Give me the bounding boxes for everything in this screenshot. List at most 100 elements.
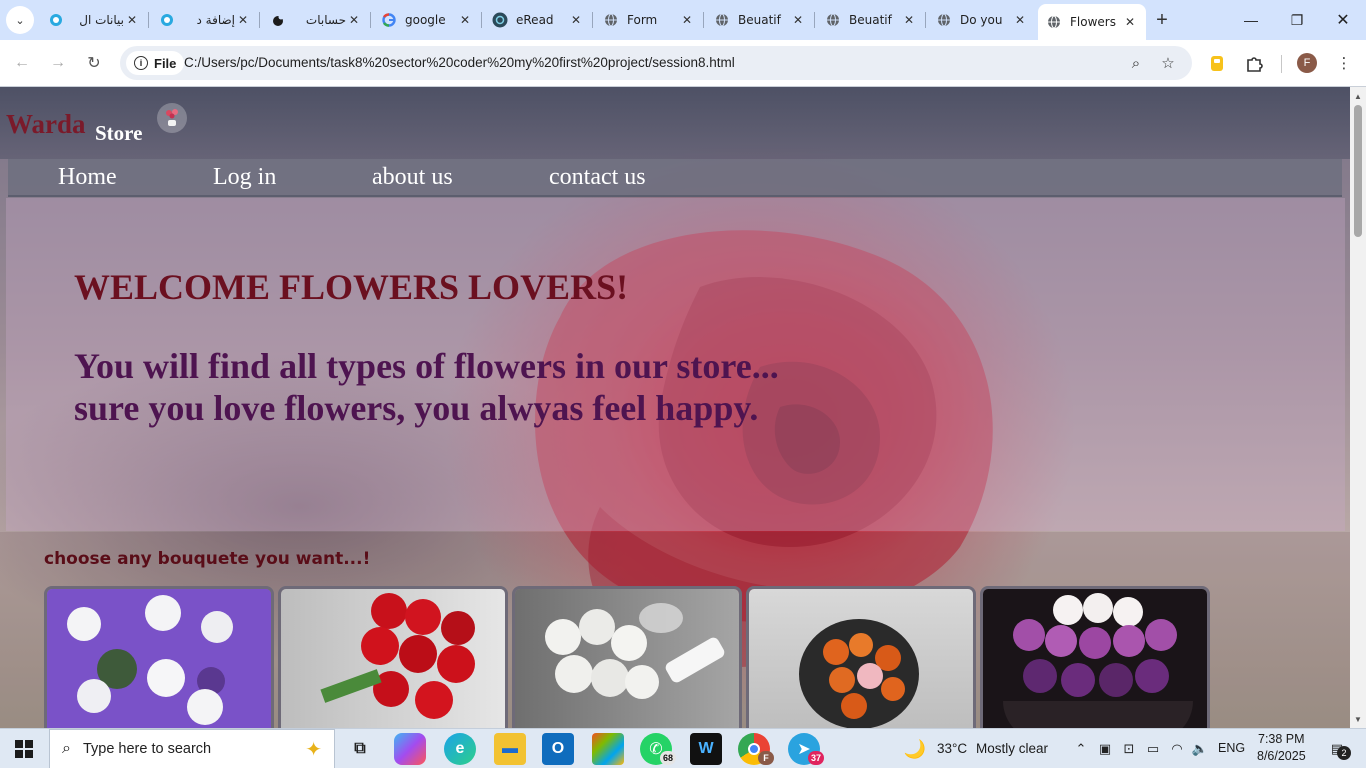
outlook-icon: O xyxy=(551,740,565,757)
close-icon[interactable]: ✕ xyxy=(457,12,473,28)
notification-center-button[interactable]: ▤ 2 xyxy=(1323,740,1351,760)
chrome-app[interactable]: F xyxy=(738,733,774,765)
wifi-icon[interactable]: ◠ xyxy=(1168,740,1186,758)
bouquet-card-red-roses[interactable] xyxy=(278,586,508,728)
orange-rose-bouquet-image xyxy=(749,589,973,728)
plus-icon: + xyxy=(1156,8,1168,31)
url-text[interactable]: C:/Users/pc/Documents/task8%20sector%20c… xyxy=(184,55,735,70)
bouquet-card-purple-box[interactable] xyxy=(980,586,1210,728)
site-header: Warda Store xyxy=(0,87,1350,159)
bouquet-card-orange-roses[interactable] xyxy=(746,586,976,728)
profile-avatar[interactable]: F xyxy=(1297,53,1317,73)
close-icon[interactable]: ✕ xyxy=(1122,14,1138,30)
nav-login[interactable]: Log in xyxy=(213,164,276,191)
taskbar-search[interactable]: ⌕ Type here to search ✦ xyxy=(49,729,335,768)
logo-store[interactable]: Store xyxy=(95,121,142,146)
task-view-button[interactable]: ⧉ xyxy=(344,733,376,765)
tab-title: Form xyxy=(627,13,658,27)
device-icon[interactable]: ▣ xyxy=(1096,740,1114,758)
tab-divider xyxy=(703,12,704,28)
weather-moon-icon[interactable]: 🌙 xyxy=(904,739,926,759)
tab-5[interactable]: Form ✕ xyxy=(595,4,703,36)
close-window-button[interactable]: ✕ xyxy=(1320,0,1366,40)
scroll-down-icon[interactable]: ▼ xyxy=(1350,712,1366,726)
nav-contact-us[interactable]: contact us xyxy=(549,164,646,191)
whatsapp-badge: 68 xyxy=(660,751,676,765)
tab-title: Beuatif xyxy=(849,13,892,27)
file-explorer-app[interactable]: ▬ xyxy=(494,733,526,765)
tab-divider xyxy=(481,12,482,28)
globe-icon xyxy=(714,12,730,28)
tab-6[interactable]: Beuatif ✕ xyxy=(706,4,814,36)
speaker-icon[interactable]: 🔈 xyxy=(1191,740,1209,758)
copilot-app[interactable] xyxy=(394,733,426,765)
battery-icon[interactable]: ▭ xyxy=(1144,740,1162,758)
tab-8[interactable]: Do you ✕ xyxy=(928,4,1036,36)
scroll-up-icon[interactable]: ▲ xyxy=(1350,89,1366,103)
close-icon[interactable]: ✕ xyxy=(346,12,362,28)
nav-home[interactable]: Home xyxy=(58,164,117,191)
tab-divider xyxy=(592,12,593,28)
tab-9-active[interactable]: Flowers ✕ xyxy=(1038,4,1146,40)
minimize-button[interactable]: — xyxy=(1228,0,1274,40)
whatsapp-app[interactable]: ✆ 68 xyxy=(640,733,676,765)
weather-temp[interactable]: 33°C xyxy=(937,741,967,756)
edge-app[interactable]: e xyxy=(444,733,476,765)
bouquet-card-white-roses[interactable] xyxy=(512,586,742,728)
close-icon[interactable]: ✕ xyxy=(901,12,917,28)
bouquet-card-white-purple[interactable] xyxy=(44,586,274,728)
address-bar[interactable]: i File C:/Users/pc/Documents/task8%20sec… xyxy=(120,46,1192,80)
toolbar-divider xyxy=(1281,55,1282,73)
bookmark-star-icon[interactable]: ☆ xyxy=(1158,53,1178,73)
moon-favicon-icon xyxy=(270,12,286,28)
zoom-icon[interactable]: ⌕ xyxy=(1126,53,1146,73)
tab-3[interactable]: google ✕ xyxy=(373,4,481,36)
tab-divider xyxy=(814,12,815,28)
tab-7[interactable]: Beuatif ✕ xyxy=(817,4,925,36)
back-button[interactable]: ← xyxy=(8,49,36,77)
outlook-app[interactable]: O xyxy=(542,733,574,765)
close-icon[interactable]: ✕ xyxy=(679,12,695,28)
nav-about-us[interactable]: about us xyxy=(372,164,453,191)
circle-favicon-icon xyxy=(48,12,64,28)
clock-time[interactable]: 7:38 PM xyxy=(1258,732,1305,746)
wave-icon: W xyxy=(698,740,714,757)
tray-app-icon[interactable]: ⊡ xyxy=(1120,740,1138,758)
close-icon[interactable]: ✕ xyxy=(124,12,140,28)
site-info-chip[interactable]: i File xyxy=(126,51,185,75)
tab-4[interactable]: eRead ✕ xyxy=(484,4,592,36)
tab-search-button[interactable]: ⌄ xyxy=(6,6,34,34)
weather-desc[interactable]: Mostly clear xyxy=(976,741,1048,756)
extensions-puzzle-icon[interactable] xyxy=(1243,52,1265,74)
tab-0[interactable]: بيانات ال ✕ xyxy=(40,4,148,36)
telegram-app[interactable]: ➤ 37 xyxy=(788,733,824,765)
clock-date[interactable]: 8/6/2025 xyxy=(1257,749,1306,763)
hero-line-1: You will find all types of flowers in ou… xyxy=(74,346,779,386)
circle-favicon-icon xyxy=(159,12,175,28)
close-icon[interactable]: ✕ xyxy=(1012,12,1028,28)
close-icon[interactable]: ✕ xyxy=(235,12,251,28)
start-button[interactable] xyxy=(0,729,48,768)
language-indicator[interactable]: ENG xyxy=(1218,741,1245,755)
globe-icon xyxy=(603,12,619,28)
store-app[interactable] xyxy=(592,733,624,765)
page-viewport: Warda Store Home Log in about us contact… xyxy=(0,87,1350,728)
new-tab-button[interactable]: + xyxy=(1150,8,1174,32)
purple-rose-box-image xyxy=(983,589,1207,728)
reload-button[interactable]: ↻ xyxy=(80,49,108,77)
close-icon[interactable]: ✕ xyxy=(568,12,584,28)
forward-button[interactable]: → xyxy=(44,49,72,77)
wave-app[interactable]: W xyxy=(690,733,722,765)
kebab-menu-icon[interactable]: ⋮ xyxy=(1333,52,1355,74)
extension-yellow-icon[interactable] xyxy=(1206,52,1228,74)
restore-button[interactable]: ❐ xyxy=(1274,0,1320,40)
close-icon[interactable]: ✕ xyxy=(790,12,806,28)
page-scrollbar[interactable]: ▲ ▼ xyxy=(1350,87,1366,728)
browser-toolbar: ← → ↻ i File C:/Users/pc/Documents/task8… xyxy=(0,40,1366,87)
tab-2[interactable]: حسابات ✕ xyxy=(262,4,370,36)
chevron-up-icon[interactable]: ⌃ xyxy=(1072,740,1090,758)
tab-1[interactable]: إضافة د ✕ xyxy=(151,4,259,36)
logo-warda[interactable]: Warda xyxy=(6,109,86,140)
globe-icon xyxy=(1046,14,1062,30)
scrollbar-thumb[interactable] xyxy=(1354,105,1362,237)
